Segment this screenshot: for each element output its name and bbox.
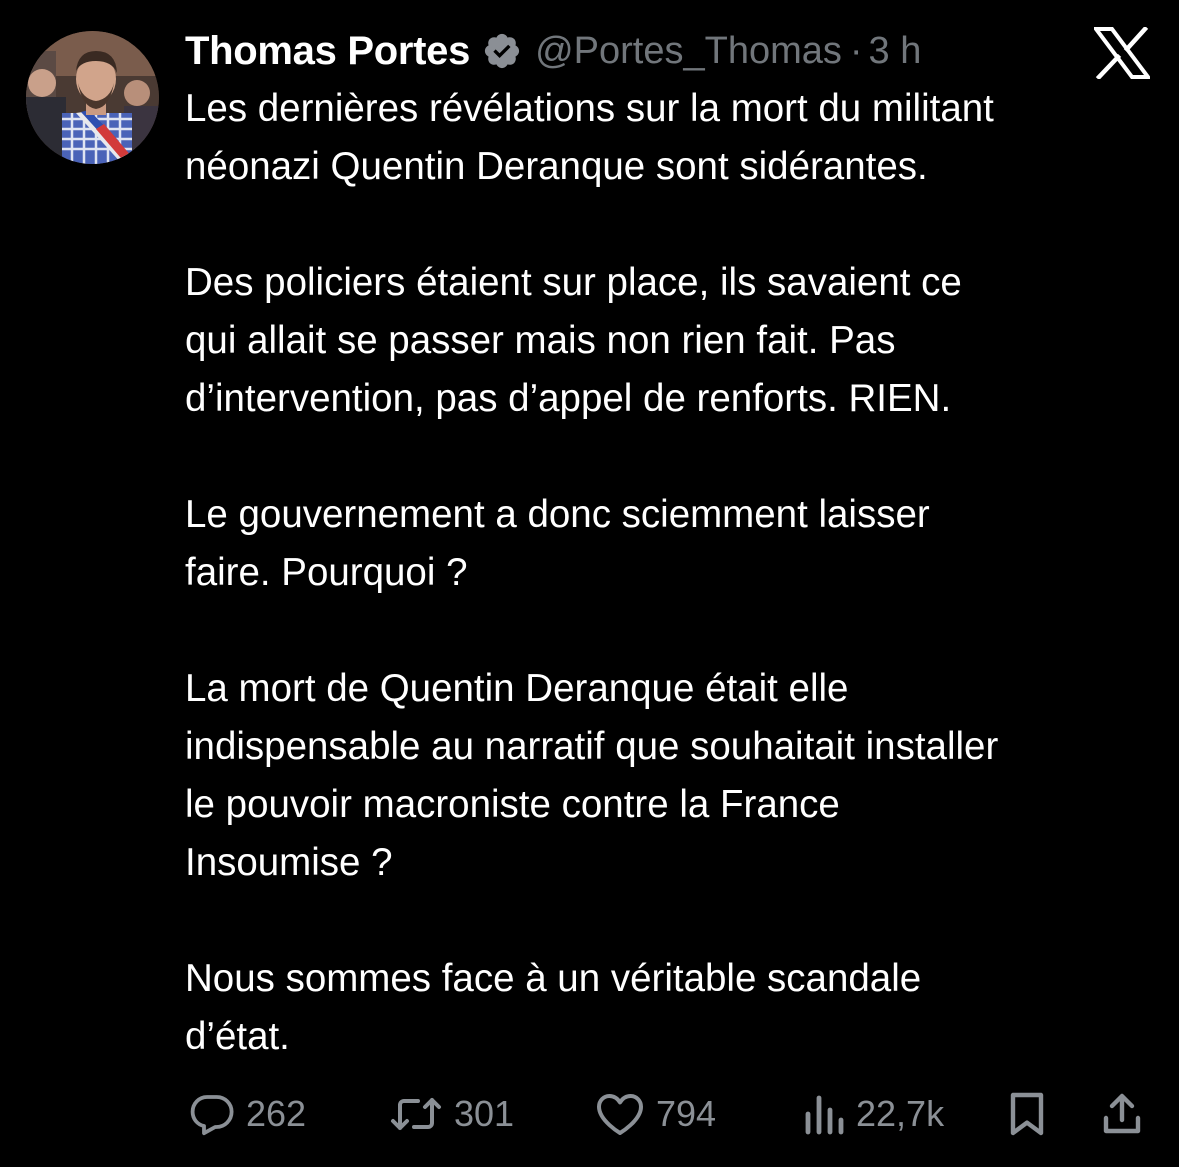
tweet-line: néonazi Quentin Deranque sont sidérantes… — [185, 145, 928, 188]
author-name[interactable]: Thomas Portes — [185, 29, 470, 74]
x-logo-icon[interactable] — [1092, 25, 1152, 81]
views-icon — [800, 1090, 846, 1138]
tweet-line: faire. Pourquoi ? — [185, 551, 468, 594]
tweet-line: Insoumise ? — [185, 841, 393, 884]
separator-dot: · — [849, 29, 863, 72]
author-handle[interactable]: @Portes_Thomas — [535, 30, 842, 73]
tweet-paragraph: La mort de Quentin Deranque était elle i… — [185, 660, 1165, 892]
reply-button[interactable]: 262 — [188, 1086, 306, 1142]
like-button[interactable]: 794 — [594, 1086, 716, 1142]
tweet-line: La mort de Quentin Deranque était elle — [185, 667, 849, 710]
tweet-text: Les dernières révélations sur la mort du… — [185, 80, 1165, 1066]
heart-icon — [594, 1090, 646, 1138]
tweet-line: le pouvoir macroniste contre la France — [185, 783, 840, 826]
views-count: 22,7k — [856, 1093, 945, 1134]
tweet-paragraph: Le gouvernement a donc sciemment laisser… — [185, 486, 1165, 602]
tweet-line: Le gouvernement a donc sciemment laisser — [185, 493, 930, 536]
tweet-line: d’intervention, pas d’appel de renforts.… — [185, 377, 952, 420]
bookmark-button[interactable] — [1006, 1086, 1048, 1142]
tweet-paragraph: Nous sommes face à un véritable scandale… — [185, 950, 1165, 1066]
repost-count: 301 — [454, 1093, 515, 1134]
avatar-photo — [26, 31, 159, 164]
verified-badge-icon — [482, 31, 522, 71]
tweet-header: Thomas Portes @Portes_Thomas · 3 h — [185, 24, 921, 78]
tweet-paragraph: Les dernières révélations sur la mort du… — [185, 80, 1165, 196]
tweet-line: Des policiers étaient sur place, ils sav… — [185, 261, 962, 304]
tweet-line: Les dernières révélations sur la mort du… — [185, 87, 994, 130]
tweet-line: indispensable au narratif que souhaitait… — [185, 725, 999, 768]
bookmark-icon — [1006, 1090, 1048, 1138]
tweet-line: qui allait se passer mais non rien fait.… — [185, 319, 896, 362]
tweet-paragraph: Des policiers étaient sur place, ils sav… — [185, 254, 1165, 428]
share-button[interactable] — [1100, 1086, 1144, 1142]
timestamp[interactable]: 3 h — [869, 30, 922, 73]
reply-icon — [188, 1090, 236, 1138]
views-button[interactable]: 22,7k — [800, 1086, 944, 1142]
tweet-line: d’état. — [185, 1015, 290, 1058]
avatar[interactable] — [26, 31, 159, 164]
reply-count: 262 — [246, 1093, 307, 1134]
repost-button[interactable]: 301 — [388, 1086, 514, 1142]
like-count: 794 — [656, 1093, 717, 1134]
repost-icon — [388, 1090, 444, 1138]
share-icon — [1100, 1090, 1144, 1138]
tweet-line: Nous sommes face à un véritable scandale — [185, 957, 922, 1000]
action-bar: 262 301 794 22,7k — [0, 1086, 1179, 1142]
